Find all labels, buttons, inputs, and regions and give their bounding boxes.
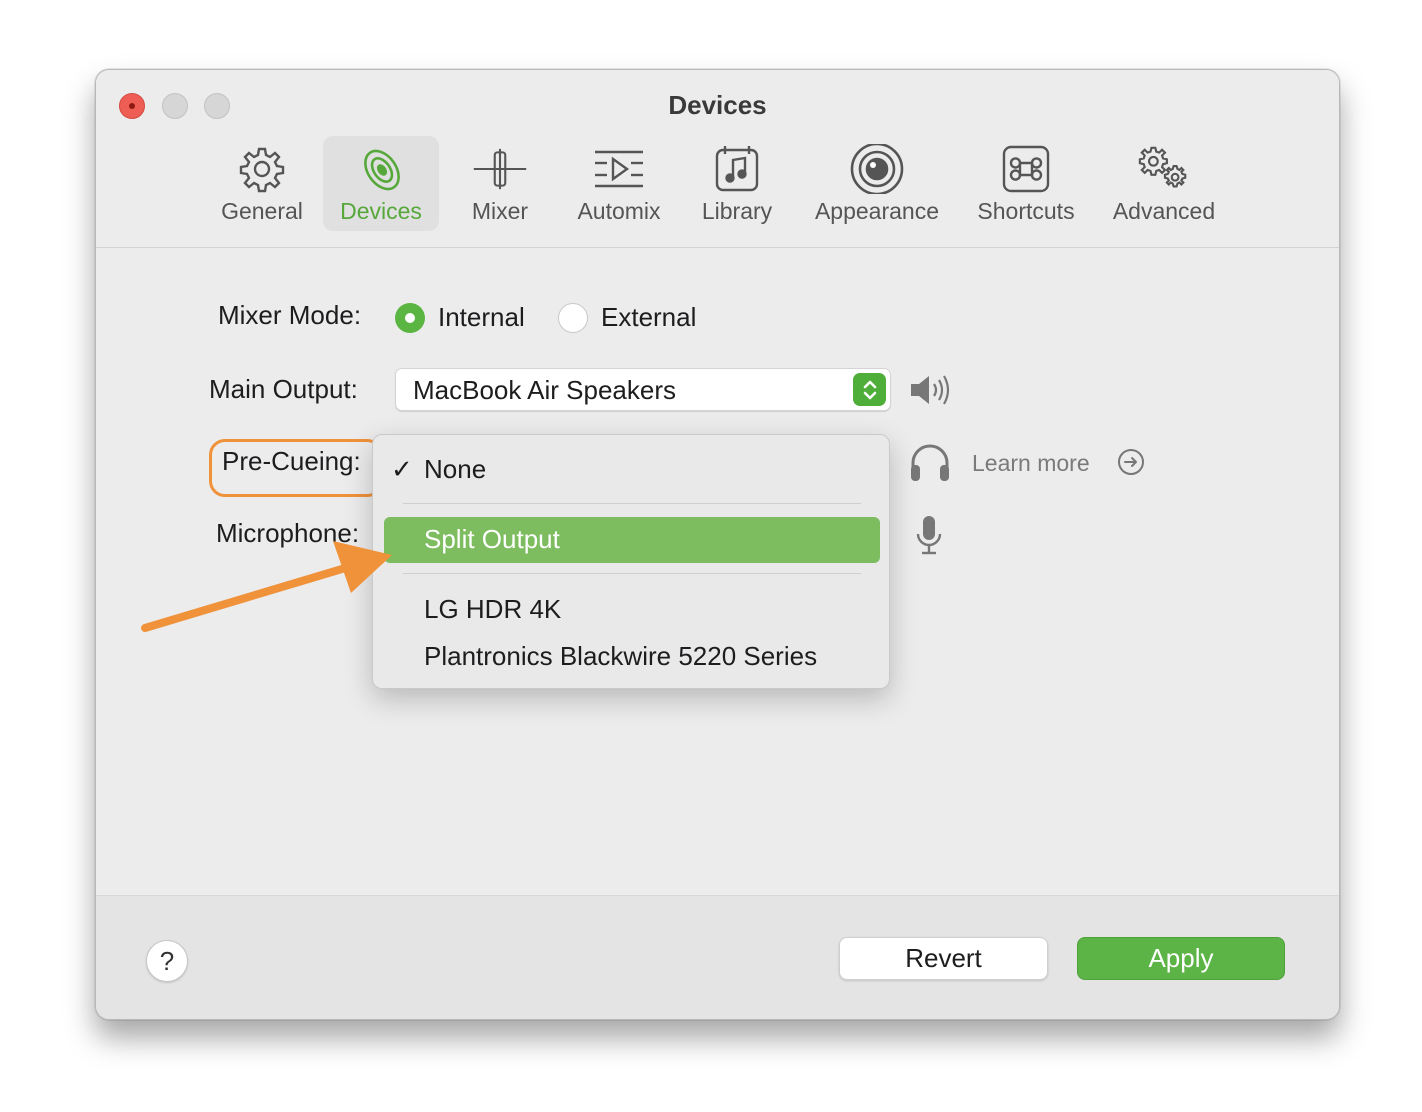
command-key-icon (998, 144, 1054, 194)
menu-separator (403, 503, 861, 504)
mixer-mode-label: Mixer Mode: (218, 300, 362, 330)
menu-item-label: LG HDR 4K (424, 594, 562, 624)
main-output-select[interactable]: MacBook Air Speakers (395, 368, 891, 411)
menu-item-label: Plantronics Blackwire 5220 Series (424, 641, 818, 671)
pre-cueing-menu: ✓ None Split Output LG HDR 4K Plantronic… (372, 434, 890, 689)
tab-general[interactable]: General (214, 136, 310, 231)
devices-pane: Mixer Mode: Internal External Main Outpu… (96, 248, 1339, 895)
menu-item-split-output[interactable]: Split Output (384, 517, 880, 563)
menu-item-label: Split Output (424, 524, 560, 554)
menu-item-lg-hdr-4k[interactable]: LG HDR 4K (373, 587, 889, 633)
mixer-mode-external-radio[interactable] (558, 303, 588, 333)
tab-library-label: Library (701, 198, 773, 224)
gear-icon (234, 144, 290, 194)
tab-shortcuts-label: Shortcuts (977, 198, 1075, 224)
help-button[interactable]: ? (146, 940, 188, 982)
microphone-icon[interactable] (914, 512, 944, 558)
revert-button[interactable]: Revert (839, 937, 1048, 980)
arrow-circle-right-icon[interactable] (1116, 447, 1146, 477)
tab-mixer[interactable]: Mixer (456, 136, 544, 231)
tab-automix-label: Automix (577, 198, 661, 224)
menu-separator (403, 573, 861, 574)
main-output-label: Main Output: (209, 374, 358, 404)
preferences-window: Devices General Devices Mixer Automix Li… (95, 69, 1340, 1020)
automix-icon (591, 144, 647, 194)
tab-appearance-label: Appearance (814, 198, 940, 224)
tab-advanced[interactable]: Advanced (1104, 136, 1224, 231)
mixer-mode-internal-label[interactable]: Internal (438, 302, 525, 333)
microphone-label: Microphone: (216, 518, 360, 548)
learn-more-link[interactable]: Learn more (972, 450, 1090, 477)
tab-appearance[interactable]: Appearance (806, 136, 948, 231)
headphones-icon[interactable] (907, 439, 953, 485)
toolbar: Devices General Devices Mixer Automix Li… (96, 70, 1339, 248)
speaker-icon (353, 144, 409, 194)
tab-automix[interactable]: Automix (566, 136, 672, 231)
tab-advanced-label: Advanced (1112, 198, 1216, 224)
tab-devices-label: Devices (340, 198, 422, 224)
menu-item-label: None (424, 454, 487, 484)
chevron-updown-icon (853, 373, 886, 406)
menu-item-plantronics[interactable]: Plantronics Blackwire 5220 Series (373, 634, 889, 680)
eye-icon (849, 144, 905, 194)
pre-cueing-highlight (209, 439, 383, 497)
fader-icon (472, 144, 528, 194)
checkmark-icon: ✓ (391, 454, 413, 484)
volume-icon[interactable] (909, 370, 953, 410)
main-output-value: MacBook Air Speakers (413, 375, 677, 405)
apply-button[interactable]: Apply (1077, 937, 1285, 980)
music-note-icon (709, 144, 765, 194)
tab-devices[interactable]: Devices (323, 136, 439, 231)
gears-icon (1136, 144, 1192, 194)
mixer-mode-internal-radio[interactable] (395, 303, 425, 333)
tab-general-label: General (221, 198, 303, 224)
tab-library[interactable]: Library (694, 136, 780, 231)
tab-mixer-label: Mixer (471, 198, 529, 224)
tab-shortcuts[interactable]: Shortcuts (966, 136, 1086, 231)
menu-item-none[interactable]: ✓ None (373, 447, 889, 493)
window-title: Devices (668, 90, 767, 120)
mixer-mode-external-label[interactable]: External (601, 302, 696, 333)
footer-bar: ? Revert Apply (96, 895, 1339, 1019)
